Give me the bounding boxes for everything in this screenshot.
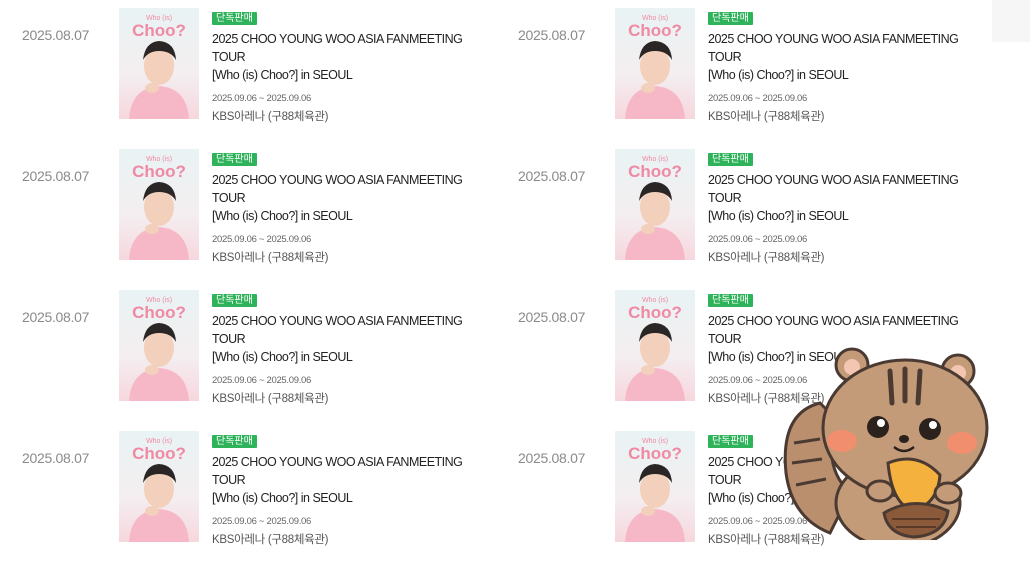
event-title[interactable]: 2025 CHOO YOUNG WOO ASIA FANMEETING TOUR… xyxy=(212,30,492,84)
poster-title-text: Choo? xyxy=(132,162,186,181)
event-poster[interactable]: Who (is) Choo? xyxy=(615,149,695,260)
event-title-line1: 2025 CHOO YOUNG WOO ASIA FANMEETING TOUR xyxy=(708,32,959,64)
exclusive-sale-badge: 단독판매 xyxy=(708,153,753,166)
event-title-line1: 2025 CHOO YOUNG WOO ASIA FANMEETING TOUR xyxy=(212,32,463,64)
event-info: 단독판매 2025 CHOO YOUNG WOO ASIA FANMEETING… xyxy=(212,290,492,406)
event-period: 2025.09.06 ~ 2025.09.06 xyxy=(212,93,312,104)
event-title[interactable]: 2025 CHOO YOUNG WOO ASIA FANMEETING TOUR… xyxy=(708,171,988,225)
event-period: 2025.09.06 ~ 2025.09.06 xyxy=(212,234,312,245)
event-venue: KBS아레나 (구88체육관) xyxy=(212,534,329,546)
event-period: 2025.09.06 ~ 2025.09.06 xyxy=(708,93,808,104)
open-date: 2025.08.07 xyxy=(518,309,586,325)
event-title-line2: [Who (is) Choo?] in SEOUL xyxy=(212,209,353,223)
event-list-item[interactable]: 2025.08.07 Who (is) Choo? 단독판매 2025 CHOO… xyxy=(496,141,996,282)
event-list-item[interactable]: 2025.08.07 Who (is) Choo? 단독판매 2025 CHOO… xyxy=(0,423,500,564)
poster-title-text: Choo? xyxy=(628,21,682,40)
exclusive-sale-badge: 단독판매 xyxy=(708,435,753,448)
event-venue: KBS아레나 (구88체육관) xyxy=(708,111,825,123)
open-date: 2025.08.07 xyxy=(22,450,90,466)
open-date: 2025.08.07 xyxy=(518,168,586,184)
open-date: 2025.08.07 xyxy=(518,450,586,466)
event-poster[interactable]: Who (is) Choo? xyxy=(615,290,695,401)
poster-title-text: Choo? xyxy=(628,162,682,181)
event-venue: KBS아레나 (구88체육관) xyxy=(708,252,825,264)
poster-title-text: Choo? xyxy=(132,444,186,463)
exclusive-sale-badge: 단독판매 xyxy=(212,294,257,307)
open-date: 2025.08.07 xyxy=(22,168,90,184)
event-list-item[interactable]: 2025.08.07 Who (is) Choo? 단독판매 2025 CHOO… xyxy=(0,141,500,282)
event-title-line2: [Who (is) Choo?] in SEOUL xyxy=(708,68,849,82)
event-venue: KBS아레나 (구88체육관) xyxy=(212,393,329,405)
event-venue: KBS아레나 (구88체육관) xyxy=(212,111,329,123)
open-date: 2025.08.07 xyxy=(518,27,586,43)
event-title-line1: 2025 CHOO YOUNG WOO ASIA FANMEETING TOUR xyxy=(212,173,463,205)
event-title[interactable]: 2025 CHOO YOUNG WOO ASIA FANMEETING TOUR… xyxy=(708,30,988,84)
event-info: 단독판매 2025 CHOO YOUNG WOO ASIA FANMEETING… xyxy=(212,8,492,124)
scroll-top-button[interactable] xyxy=(992,0,1030,42)
event-poster[interactable]: Who (is) Choo? xyxy=(119,290,199,401)
event-poster[interactable]: Who (is) Choo? xyxy=(615,431,695,542)
event-poster[interactable]: Who (is) Choo? xyxy=(615,8,695,119)
event-period: 2025.09.06 ~ 2025.09.06 xyxy=(212,516,312,527)
exclusive-sale-badge: 단독판매 xyxy=(708,294,753,307)
exclusive-sale-badge: 단독판매 xyxy=(708,12,753,25)
event-info: 단독판매 2025 CHOO YOUNG WOO ASIA FANMEETING… xyxy=(212,431,492,547)
chipmunk-sticker-icon xyxy=(780,343,992,550)
event-poster[interactable]: Who (is) Choo? xyxy=(119,431,199,542)
open-date: 2025.08.07 xyxy=(22,27,90,43)
exclusive-sale-badge: 단독판매 xyxy=(212,435,257,448)
poster-title-text: Choo? xyxy=(628,303,682,322)
poster-title-text: Choo? xyxy=(132,303,186,322)
exclusive-sale-badge: 단독판매 xyxy=(212,12,257,25)
event-list-left-column: 2025.08.07 Who (is) Choo? 단독판매 2025 CHOO… xyxy=(0,0,500,564)
event-title-line1: 2025 CHOO YOUNG WOO ASIA FANMEETING TOUR xyxy=(212,314,463,346)
poster-title-text: Choo? xyxy=(132,21,186,40)
event-period: 2025.09.06 ~ 2025.09.06 xyxy=(708,234,808,245)
event-info: 단독판매 2025 CHOO YOUNG WOO ASIA FANMEETING… xyxy=(708,149,988,265)
event-period: 2025.09.06 ~ 2025.09.06 xyxy=(212,375,312,386)
event-title-line2: [Who (is) Choo?] in SEOUL xyxy=(212,68,353,82)
event-poster[interactable]: Who (is) Choo? xyxy=(119,149,199,260)
exclusive-sale-badge: 단독판매 xyxy=(212,153,257,166)
poster-title-text: Choo? xyxy=(628,444,682,463)
event-title-line1: 2025 CHOO YOUNG WOO ASIA FANMEETING TOUR xyxy=(212,455,463,487)
event-info: 단독판매 2025 CHOO YOUNG WOO ASIA FANMEETING… xyxy=(708,8,988,124)
event-title[interactable]: 2025 CHOO YOUNG WOO ASIA FANMEETING TOUR… xyxy=(212,312,492,366)
event-title[interactable]: 2025 CHOO YOUNG WOO ASIA FANMEETING TOUR… xyxy=(212,453,492,507)
event-title-line2: [Who (is) Choo?] in SEOUL xyxy=(212,491,353,505)
event-list-item[interactable]: 2025.08.07 Who (is) Choo? 단독판매 2025 CHOO… xyxy=(0,0,500,141)
event-title-line1: 2025 CHOO YOUNG WOO ASIA FANMEETING TOUR xyxy=(708,173,959,205)
event-title-line2: [Who (is) Choo?] in SEOUL xyxy=(708,209,849,223)
event-venue: KBS아레나 (구88체육관) xyxy=(212,252,329,264)
event-list-item[interactable]: 2025.08.07 Who (is) Choo? 단독판매 2025 CHOO… xyxy=(0,282,500,423)
event-info: 단독판매 2025 CHOO YOUNG WOO ASIA FANMEETING… xyxy=(212,149,492,265)
event-title-line2: [Who (is) Choo?] in SEOUL xyxy=(212,350,353,364)
event-title[interactable]: 2025 CHOO YOUNG WOO ASIA FANMEETING TOUR… xyxy=(212,171,492,225)
open-date: 2025.08.07 xyxy=(22,309,90,325)
event-poster[interactable]: Who (is) Choo? xyxy=(119,8,199,119)
event-list-item[interactable]: 2025.08.07 Who (is) Choo? 단독판매 2025 CHOO… xyxy=(496,0,996,141)
